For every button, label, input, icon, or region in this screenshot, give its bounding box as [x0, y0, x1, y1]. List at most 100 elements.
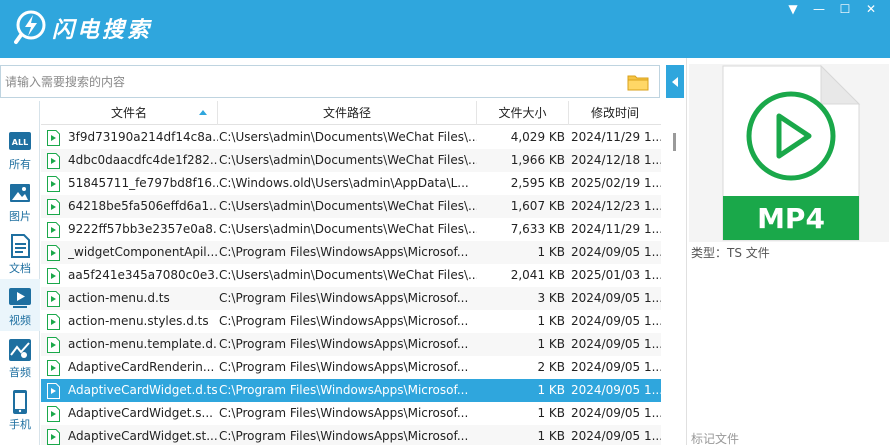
search-input[interactable] — [5, 72, 605, 92]
file-path: C:\Program Files\WindowsApps\Microsof... — [219, 383, 469, 397]
file-size: 1 KB — [537, 245, 565, 259]
file-path: C:\Users\admin\Documents\WeChat Files\..… — [219, 199, 477, 213]
file-name: action-menu.d.ts — [68, 291, 170, 305]
minimize-button[interactable]: — — [806, 2, 832, 16]
sidebar-item-label: 手机 — [9, 418, 31, 431]
sidebar-item-all[interactable]: ALL 所有 — [0, 123, 40, 175]
file-icon — [47, 199, 60, 215]
file-table: 文件名 文件路径 文件大小 修改时间 3f9d73190a214df14c8a.… — [41, 101, 661, 445]
table-row[interactable]: 3f9d73190a214df14c8a... C:\Users\admin\Do… — [41, 126, 661, 149]
file-name: action-menu.styles.d.ts — [68, 314, 209, 328]
modified-time: 2024/09/05 1... — [571, 314, 661, 328]
table-row[interactable]: 64218be5fa506effd6a1... C:\Users\admin\Do… — [41, 195, 661, 218]
file-size: 1,607 KB — [510, 199, 565, 213]
file-name: AdaptiveCardRenderin... — [68, 360, 215, 374]
menu-dropdown-button[interactable]: ▼ — [780, 2, 806, 16]
svg-text:ALL: ALL — [12, 138, 28, 147]
file-size: 1 KB — [537, 337, 565, 351]
scrollbar-thumb[interactable] — [673, 133, 676, 151]
file-name: 9222ff57bb3e2357e0a8... — [68, 222, 218, 236]
file-icon — [47, 383, 60, 399]
file-preview: MP4 — [689, 64, 889, 242]
file-name: 3f9d73190a214df14c8a... — [68, 130, 218, 144]
logo-icon — [14, 10, 46, 44]
table-row[interactable]: action-menu.template.d... C:\Program File… — [41, 333, 661, 356]
file-icon — [47, 406, 60, 422]
table-row[interactable]: action-menu.d.ts C:\Program Files\Windows… — [41, 287, 661, 310]
sidebar-item-image[interactable]: 图片 — [0, 175, 40, 227]
sidebar-item-label: 音频 — [9, 366, 31, 379]
modified-time: 2024/11/29 1... — [571, 222, 661, 236]
file-path: C:\Users\admin\Documents\WeChat Files\..… — [219, 222, 477, 236]
file-icon — [47, 360, 60, 376]
column-header-size[interactable]: 文件大小 — [477, 101, 569, 125]
file-name: AdaptiveCardWidget.d.ts — [68, 383, 218, 397]
file-path: C:\Program Files\WindowsApps\Microsof... — [219, 337, 469, 351]
file-name: action-menu.template.d... — [68, 337, 218, 351]
file-size: 2,041 KB — [510, 268, 565, 282]
sidebar-item-document[interactable]: 文档 — [0, 227, 40, 279]
sidebar-item-video[interactable]: 视频 — [0, 279, 40, 331]
file-path: C:\Program Files\WindowsApps\Microsof... — [219, 291, 469, 305]
file-path: C:\Windows.old\Users\admin\AppData\L... — [219, 176, 469, 190]
sidebar-item-label: 图片 — [9, 210, 31, 223]
table-row[interactable]: 51845711_fe797bd8f16... C:\Windows.old\Us… — [41, 172, 661, 195]
column-header-time[interactable]: 修改时间 — [569, 101, 661, 125]
file-path: C:\Program Files\WindowsApps\Microsof... — [219, 245, 469, 259]
file-name: AdaptiveCardWidget.st... — [68, 429, 218, 443]
file-name: _widgetComponentApil... — [68, 245, 218, 259]
file-size: 1 KB — [537, 383, 565, 397]
table-scrollbar[interactable] — [661, 125, 685, 445]
sidebar-item-audio[interactable]: 音频 — [0, 331, 40, 383]
table-row[interactable]: AdaptiveCardWidget.s... C:\Program Files\… — [41, 402, 661, 425]
table-row[interactable]: AdaptiveCardWidget.st... C:\Program Files… — [41, 425, 661, 445]
file-size: 1 KB — [537, 314, 565, 328]
column-header-name[interactable]: 文件名 — [41, 101, 218, 125]
file-icon — [47, 314, 60, 330]
modified-time: 2024/09/05 1... — [571, 429, 661, 443]
file-size: 2 KB — [537, 360, 565, 374]
modified-time: 2024/12/18 1... — [571, 153, 661, 167]
sidebar-item-phone[interactable]: 手机 — [0, 383, 40, 435]
table-row[interactable]: _widgetComponentApil... C:\Program Files\… — [41, 241, 661, 264]
file-name: aa5f241e345a7080c0e3... — [68, 268, 218, 282]
file-path: C:\Program Files\WindowsApps\Microsof... — [219, 406, 469, 420]
table-row[interactable]: AdaptiveCardWidget.d.ts C:\Program Files\… — [41, 379, 661, 402]
folder-icon[interactable] — [627, 72, 649, 92]
file-size: 7,633 KB — [510, 222, 565, 236]
table-row[interactable]: aa5f241e345a7080c0e3... C:\Users\admin\Do… — [41, 264, 661, 287]
file-path: C:\Users\admin\Documents\WeChat Files\..… — [219, 153, 477, 167]
tag-file-label[interactable]: 标记文件 — [691, 430, 739, 447]
column-header-path[interactable]: 文件路径 — [218, 101, 477, 125]
modified-time: 2024/09/05 1... — [571, 383, 661, 397]
table-row[interactable]: 9222ff57bb3e2357e0a8... C:\Users\admin\Do… — [41, 218, 661, 241]
search-bar — [0, 65, 660, 98]
file-size: 4,029 KB — [510, 130, 565, 144]
title-bar: 闪电搜索 ▼ — ☐ ✕ — [0, 0, 890, 58]
file-name: AdaptiveCardWidget.s... — [68, 406, 213, 420]
table-row[interactable]: action-menu.styles.d.ts C:\Program Files\… — [41, 310, 661, 333]
modified-time: 2025/02/19 1... — [571, 176, 661, 190]
audio-icon — [9, 339, 31, 361]
collapse-panel-button[interactable] — [666, 65, 684, 98]
table-body: 3f9d73190a214df14c8a... C:\Users\admin\Do… — [41, 126, 661, 445]
file-icon — [47, 176, 60, 192]
file-icon — [47, 337, 60, 353]
modified-time: 2025/01/03 1... — [571, 268, 661, 282]
close-button[interactable]: ✕ — [858, 2, 884, 16]
chevron-left-icon — [672, 76, 678, 87]
app-title: 闪电搜索 — [52, 18, 153, 43]
table-row[interactable]: 4dbc0daacdfc4de1f282... C:\Users\admin\Do… — [41, 149, 661, 172]
file-icon — [47, 130, 60, 146]
file-path: C:\Program Files\WindowsApps\Microsof... — [219, 360, 469, 374]
file-path: C:\Program Files\WindowsApps\Microsof... — [219, 429, 469, 443]
maximize-button[interactable]: ☐ — [832, 2, 858, 16]
file-size: 2,595 KB — [510, 176, 565, 190]
image-icon — [10, 184, 30, 202]
category-sidebar: ALL 所有 图片 文档 视频 音频 手机 — [0, 101, 40, 445]
file-size: 1 KB — [537, 429, 565, 443]
modified-time: 2024/09/05 1... — [571, 245, 661, 259]
modified-time: 2024/12/23 1... — [571, 199, 661, 213]
table-row[interactable]: AdaptiveCardRenderin... C:\Program Files\… — [41, 356, 661, 379]
file-size: 3 KB — [537, 291, 565, 305]
